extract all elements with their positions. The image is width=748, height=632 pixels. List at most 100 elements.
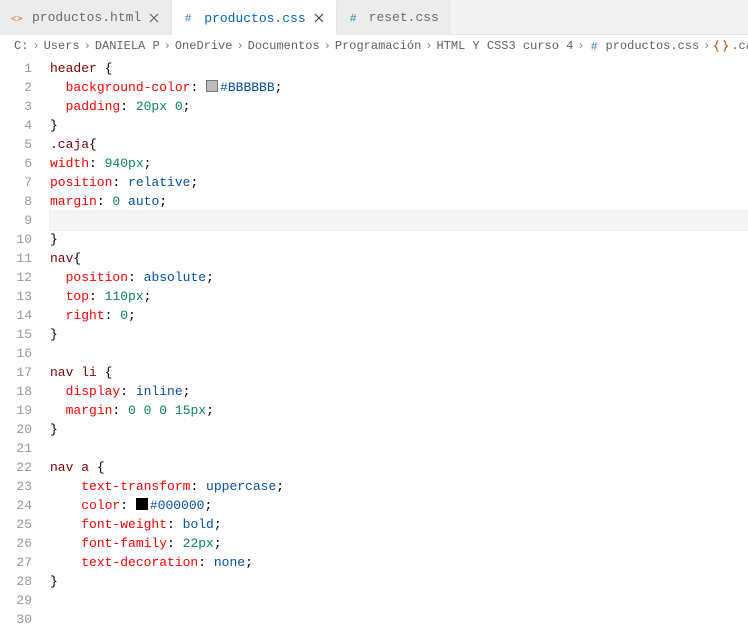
crumb[interactable]: HTML Y CSS3 curso 4 [437,39,574,53]
code-editor[interactable]: 1234567891011121314151617181920212223242… [0,57,748,629]
code-line[interactable]: font-weight: bold; [50,515,748,534]
code-line[interactable]: position: relative; [50,173,748,192]
crumb[interactable]: Users [44,39,80,53]
line-number: 13 [0,287,32,306]
token-punc: : [89,156,105,171]
token-prop: width [50,156,89,171]
code-line[interactable]: margin: 0 0 0 15px; [50,401,748,420]
token-prop: top [66,289,89,304]
code-line[interactable]: background-color: #BBBBBB; [50,78,748,97]
code-line[interactable] [50,591,748,610]
code-line[interactable]: right: 0; [50,306,748,325]
line-number: 22 [0,458,32,477]
code-line[interactable]: top: 110px; [50,287,748,306]
token-punc: : [105,308,121,323]
code-line[interactable]: padding: 20px 0; [50,97,748,116]
tab-productos-html[interactable]: <> productos.html [0,0,172,35]
token-prop: background-color [66,80,191,95]
line-number: 14 [0,306,32,325]
code-line[interactable]: display: inline; [50,382,748,401]
tab-productos-css[interactable]: # productos.css [172,0,336,35]
svg-text:#: # [185,14,192,26]
token-punc: { [73,251,81,266]
crumb[interactable]: Documentos [248,39,320,53]
tab-label: reset.css [369,10,439,25]
svg-text:<>: <> [11,13,23,24]
crumb-file[interactable]: productos.css [606,39,700,53]
token-punc: ; [214,517,222,532]
token-prop: padding [66,99,121,114]
line-number: 18 [0,382,32,401]
token-num: 22px [183,536,214,551]
code-line[interactable]: } [50,420,748,439]
token-punc: { [105,61,113,76]
token-sel: header [50,61,105,76]
token-prop: margin [50,194,97,209]
crumb[interactable]: OneDrive [175,39,233,53]
token-prop: right [66,308,105,323]
crumb[interactable]: C: [14,39,28,53]
code-line[interactable]: text-decoration: none; [50,553,748,572]
code-line[interactable]: } [50,572,748,591]
code-line[interactable]: } [50,325,748,344]
close-icon[interactable] [147,11,161,25]
token-num: 110px [105,289,144,304]
line-number: 15 [0,325,32,344]
token-prop: position [50,175,112,190]
token-val: bold [183,517,214,532]
code-line[interactable]: color: #000000; [50,496,748,515]
code-line[interactable]: nav a { [50,458,748,477]
token-num: 940px [105,156,144,171]
token-val: inline [136,384,183,399]
css-icon: # [589,39,603,53]
tab-reset-css[interactable]: # reset.css [337,0,450,35]
chevron-right-icon: › [84,39,91,53]
code-line[interactable]: text-transform: uppercase; [50,477,748,496]
token-punc: { [89,137,97,152]
token-punc [167,99,175,114]
token-punc: ; [204,498,212,513]
code-line[interactable]: } [50,230,748,249]
token-punc: : [167,536,183,551]
code-line[interactable]: nav{ [50,249,748,268]
code-line[interactable] [50,610,748,629]
code-line[interactable]: .caja{ [50,135,748,154]
token-punc [136,403,144,418]
token-punc: ; [128,308,136,323]
code-area[interactable]: header { background-color: #BBBBBB; padd… [50,57,748,629]
code-line[interactable]: font-family: 22px; [50,534,748,553]
line-number: 30 [0,610,32,629]
token-punc: { [97,460,105,475]
token-prop: display [66,384,121,399]
code-line[interactable] [50,439,748,458]
token-punc: ; [214,536,222,551]
token-sel: nav li [50,365,105,380]
code-line[interactable]: width: 940px; [50,154,748,173]
crumb-symbol[interactable]: .caja [731,39,748,53]
token-num: 20px [136,99,167,114]
chevron-right-icon: › [164,39,171,53]
token-sel: .caja [50,137,89,152]
close-icon[interactable] [312,11,326,25]
code-line[interactable]: } [50,116,748,135]
line-number: 6 [0,154,32,173]
line-number: 26 [0,534,32,553]
token-prop: color [81,498,120,513]
line-number: 12 [0,268,32,287]
code-line[interactable] [50,344,748,363]
line-number: 7 [0,173,32,192]
crumb[interactable]: Programación [335,39,421,53]
color-swatch[interactable] [136,498,148,510]
line-number: 29 [0,591,32,610]
code-line[interactable]: position: absolute; [50,268,748,287]
code-line[interactable]: nav li { [50,363,748,382]
token-val: relative [128,175,190,190]
code-line[interactable]: header { [50,59,748,78]
token-num: 15px [175,403,206,418]
line-number: 25 [0,515,32,534]
code-line[interactable]: margin: 0 auto; [50,192,748,211]
chevron-right-icon: › [425,39,432,53]
crumb[interactable]: DANIELA P [95,39,160,53]
color-swatch[interactable] [206,80,218,92]
code-line[interactable] [50,211,748,230]
